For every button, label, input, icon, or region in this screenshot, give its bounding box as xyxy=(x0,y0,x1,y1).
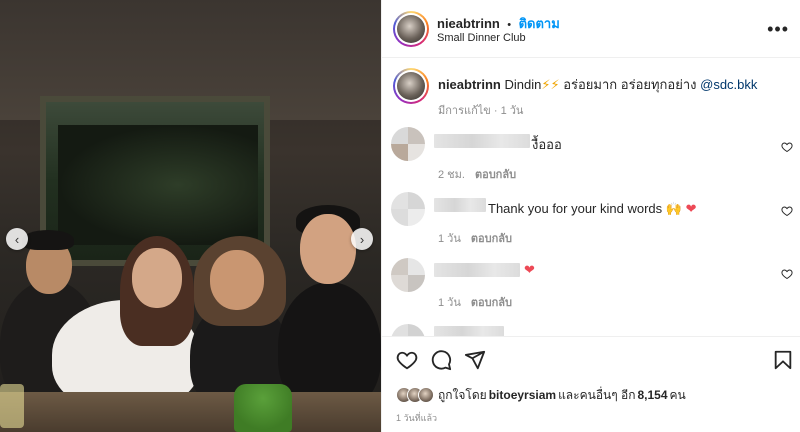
liker-username[interactable]: bitoeyrsiam xyxy=(489,388,556,402)
comment-time: 1 วัน xyxy=(438,233,461,245)
header-separator: • xyxy=(507,19,512,31)
comment-item: ❤ 1 วัน ตอบกลับ xyxy=(382,252,800,316)
comment-text: Thank you for your kind words 🙌 ❤ xyxy=(488,201,697,216)
caption-meta: มีการแก้ไข · 1 วัน xyxy=(438,105,524,117)
comment-item: งื้อออ 2 ชม. ตอบกลับ xyxy=(382,124,800,188)
likes-suffix: และคนอื่นๆ อีก xyxy=(558,387,636,402)
comment-heart-emoji: ❤ xyxy=(685,201,697,216)
comment-text: ❤ xyxy=(524,262,535,278)
comment-text: งื้อออ xyxy=(532,137,562,152)
commenter-username-blurred[interactable] xyxy=(434,326,504,336)
post-caption: nieabtrinn Dindin⚡⚡ อร่อยมาก อร่อยทุกอย่… xyxy=(382,58,800,124)
reply-button[interactable]: ตอบกลับ xyxy=(471,233,512,245)
comment-item: Thank you for your kind words 🙌 ❤ 1 วัน ต… xyxy=(382,188,800,252)
person-4-head xyxy=(300,214,356,284)
commenter-avatar[interactable] xyxy=(391,258,425,292)
comment-meta: 2 ชม. ตอบกลับ xyxy=(438,165,516,183)
post-actions: ถูกใจโดย bitoeyrsiam และคนอื่นๆ อีก 8,15… xyxy=(382,336,800,432)
comment-heart-emoji: ❤ xyxy=(524,262,535,277)
comment-item-partial xyxy=(382,316,800,336)
like-icon[interactable] xyxy=(396,349,418,371)
comment-time: 2 ชม. xyxy=(438,169,465,181)
caption-body: nieabtrinn Dindin⚡⚡ อร่อยมาก อร่อยทุกอย่… xyxy=(438,74,757,95)
commenter-avatar[interactable] xyxy=(391,127,425,161)
liker-avatars[interactable] xyxy=(396,387,434,403)
reply-button[interactable]: ตอบกลับ xyxy=(471,297,512,309)
caption-emoji: ⚡⚡ xyxy=(541,77,560,92)
like-comment-icon[interactable] xyxy=(781,141,793,153)
commenter-username-blurred[interactable] xyxy=(434,198,486,212)
caption-text-before: Dindin xyxy=(504,77,542,92)
likes-unit: คน xyxy=(669,387,686,402)
post-photo[interactable]: ‹ › xyxy=(0,0,381,432)
caption-avatar[interactable] xyxy=(393,68,429,104)
next-photo-button[interactable]: › xyxy=(351,228,373,250)
reply-button[interactable]: ตอบกลับ xyxy=(475,169,516,181)
comment-meta: 1 วัน ตอบกลับ xyxy=(438,293,512,311)
comment-icon[interactable] xyxy=(430,349,452,371)
caption-username[interactable]: nieabtrinn xyxy=(438,77,501,92)
post-date[interactable]: 1 วันที่แล้ว xyxy=(396,411,437,425)
prev-photo-button[interactable]: ‹ xyxy=(6,228,28,250)
share-icon[interactable] xyxy=(464,349,486,371)
commenter-username-blurred[interactable] xyxy=(434,134,530,148)
follow-button[interactable]: ติดตาม xyxy=(519,16,560,31)
more-options-button[interactable]: ••• xyxy=(767,19,789,40)
caption-mention-link[interactable]: @sdc.bkk xyxy=(700,77,757,92)
person-1-cap xyxy=(22,230,74,250)
liker-avatar xyxy=(418,387,434,403)
photo-glass xyxy=(0,384,24,428)
commenter-username-blurred[interactable] xyxy=(434,263,520,277)
comment-meta: 1 วัน ตอบกลับ xyxy=(438,229,512,247)
person-2-head xyxy=(132,248,182,308)
photo-plants xyxy=(58,125,258,245)
photo-cake xyxy=(234,384,292,432)
comment-time: 1 วัน xyxy=(438,297,461,309)
author-username[interactable]: nieabtrinn xyxy=(437,16,500,31)
person-3-head xyxy=(210,250,264,310)
post-location[interactable]: Small Dinner Club xyxy=(437,32,526,44)
likes-prefix: ถูกใจโดย xyxy=(438,387,487,402)
likes-count[interactable]: 8,154 xyxy=(638,388,668,402)
post-header: nieabtrinn • ติดตาม Small Dinner Club ••… xyxy=(382,0,800,58)
post-side-panel: nieabtrinn • ติดตาม Small Dinner Club ••… xyxy=(381,0,800,432)
like-comment-icon[interactable] xyxy=(781,268,793,280)
commenter-avatar[interactable] xyxy=(391,324,425,336)
photo-table xyxy=(0,392,381,432)
save-icon[interactable] xyxy=(772,349,794,371)
caption-text-after: อร่อยมาก อร่อยทุกอย่าง xyxy=(559,77,701,92)
likes-summary: ถูกใจโดย bitoeyrsiam และคนอื่นๆ อีก 8,15… xyxy=(396,385,686,405)
like-comment-icon[interactable] xyxy=(781,205,793,217)
author-avatar[interactable] xyxy=(393,11,429,47)
commenter-avatar[interactable] xyxy=(391,192,425,226)
